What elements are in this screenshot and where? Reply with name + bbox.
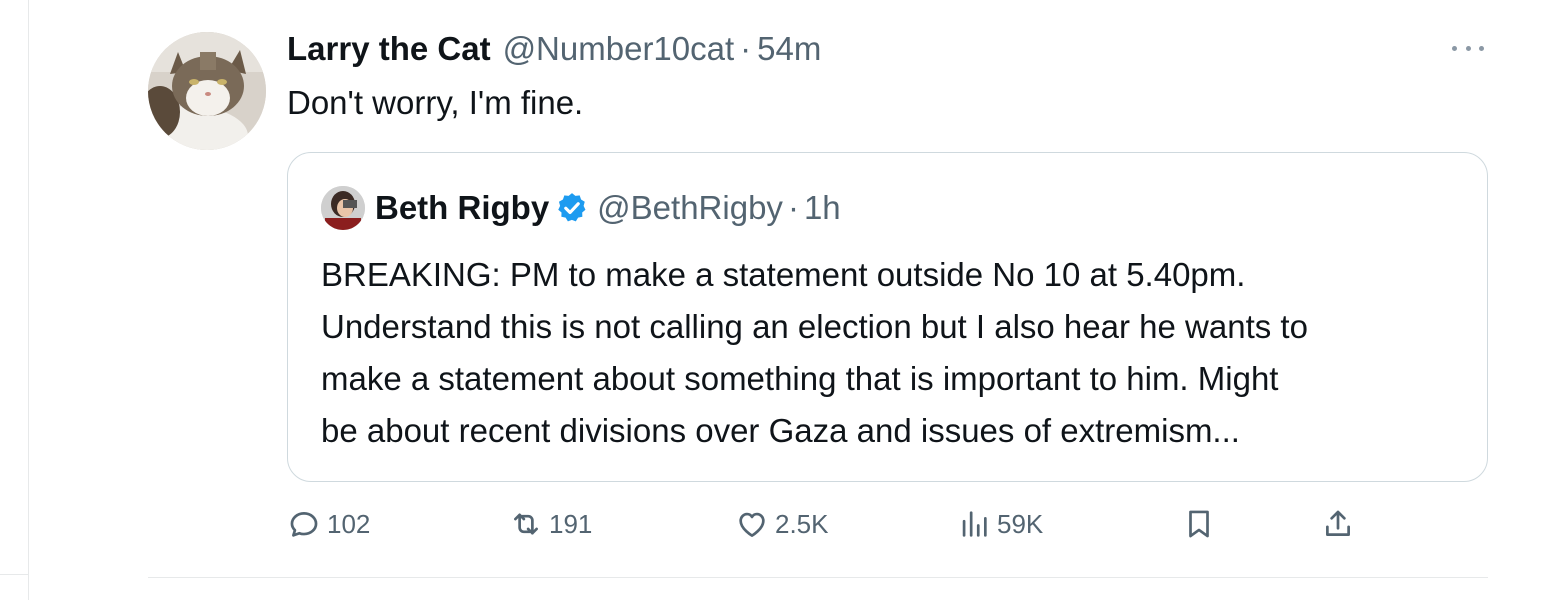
repost-button[interactable]: 191 — [509, 500, 592, 548]
tweet-bottom-divider — [148, 577, 1488, 578]
cat-avatar-image — [148, 32, 266, 150]
timeline-divider-tick — [0, 574, 28, 575]
quoted-author-name: Beth Rigby — [375, 189, 550, 226]
heart-icon — [739, 512, 765, 537]
reply-count: 102 — [327, 508, 371, 539]
tweet-timestamp[interactable]: 54m — [757, 30, 821, 68]
views-button[interactable]: 59K — [957, 500, 1043, 548]
quoted-author-handle: @BethRigby — [597, 189, 783, 226]
like-count: 2.5K — [775, 508, 829, 539]
quoted-tweet-card[interactable]: Beth Rigby @BethRigby · 1h BREAKING: PM … — [287, 152, 1488, 482]
views-chart-icon — [962, 511, 987, 537]
repost-icon — [514, 513, 538, 535]
author-handle[interactable]: @Number10cat — [503, 30, 735, 68]
views-count: 59K — [997, 508, 1044, 539]
tweet-page: Larry the Cat @Number10cat · 54m Don't w… — [0, 0, 1559, 600]
author-avatar[interactable] — [148, 32, 266, 150]
quoted-header-separator: · — [787, 189, 799, 226]
quoted-avatar-image — [321, 186, 365, 230]
quoted-author-avatar — [321, 186, 365, 230]
tweet-action-bar: 102 191 2.5K 59K — [287, 500, 1367, 548]
quoted-text-line: BREAKING: PM to make a statement outside… — [321, 256, 1246, 293]
verified-badge-icon — [558, 193, 586, 222]
timeline-divider — [28, 0, 29, 600]
reply-button[interactable]: 102 — [287, 500, 370, 548]
quoted-text-line: be about recent divisions over Gaza and … — [321, 412, 1240, 449]
quoted-text-line: make a statement about something that is… — [321, 360, 1279, 397]
quoted-timestamp: 1h — [803, 189, 841, 226]
quoted-text-line: Understand this is not calling an electi… — [321, 308, 1308, 345]
repost-count: 191 — [549, 508, 593, 539]
header-separator: · — [740, 30, 752, 67]
share-button[interactable] — [1321, 500, 1355, 548]
like-button[interactable]: 2.5K — [735, 500, 829, 548]
bookmark-icon — [1189, 510, 1209, 538]
quoted-tweet-text: BREAKING: PM to make a statement outside… — [321, 249, 1471, 457]
author-name[interactable]: Larry the Cat — [287, 30, 491, 68]
share-icon — [1326, 510, 1350, 536]
tweet-header: Larry the Cat @Number10cat · 54m — [287, 30, 821, 70]
tweet-text: Don't worry, I'm fine. — [287, 84, 584, 121]
quoted-tweet-header: Beth Rigby @BethRigby · 1h — [375, 189, 841, 227]
more-options-icon[interactable] — [1450, 34, 1486, 62]
reply-icon — [290, 512, 318, 537]
bookmark-button[interactable] — [1182, 500, 1216, 548]
